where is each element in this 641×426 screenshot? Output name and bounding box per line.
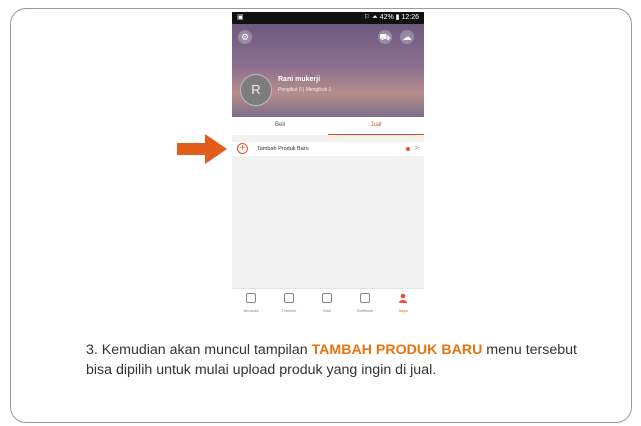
instruction-caption: 3. Kemudian akan muncul tampilan TAMBAH … [86, 340, 606, 380]
home-icon [246, 293, 256, 303]
nav-notifications-label: Notifikasi [356, 308, 374, 313]
phone-screenshot: ▣ ⚐ ⏶ 42% ▮ 12:26 ⚙ ⛟ ☁ R Rani mukerji P… [232, 12, 424, 317]
nav-home[interactable]: Beranda [232, 289, 270, 317]
plus-circle-icon: + [237, 143, 248, 154]
nav-me[interactable]: Saya [384, 289, 422, 317]
nav-notifications[interactable]: Notifikasi [346, 289, 384, 317]
bottom-nav: Beranda Timeline Mall Notifikasi Saya [232, 288, 424, 317]
add-product-label: Tambah Produk Baru [257, 146, 309, 152]
user-icon [399, 293, 407, 303]
nav-mall-label: Mall [323, 308, 331, 313]
status-right: ⚐ ⏶ 42% ▮ 12:26 [363, 14, 419, 21]
nav-me-label: Saya [398, 308, 408, 313]
user-name: Rani mukerji [278, 76, 321, 83]
nav-mall[interactable]: Mall [308, 289, 346, 317]
nav-home-label: Beranda [243, 308, 259, 313]
settings-icon[interactable]: ⚙ [238, 30, 252, 44]
tab-bar: Beli Jual [232, 117, 424, 135]
bell-icon [360, 293, 370, 303]
status-left: ▣ [237, 14, 244, 21]
tab-jual[interactable]: Jual [328, 117, 424, 135]
nav-timeline-label: Timeline [281, 308, 297, 313]
avatar[interactable]: R [240, 74, 272, 106]
chat-icon[interactable]: ☁ [400, 30, 414, 44]
user-stats: Pengikut 0 | Mengikuti 1 [278, 87, 332, 93]
cart-icon[interactable]: ⛟ [378, 30, 392, 44]
caption-highlight: TAMBAH PRODUK BARU [311, 342, 483, 358]
add-product-row[interactable]: + Tambah Produk Baru > [232, 142, 424, 156]
pointer-arrow-icon [177, 134, 227, 164]
timeline-icon [284, 293, 294, 303]
notification-dot [406, 147, 410, 151]
status-bar: ▣ ⚐ ⏶ 42% ▮ 12:26 [232, 12, 424, 24]
chevron-right-icon: > [414, 145, 419, 152]
caption-text-1: 3. Kemudian akan muncul tampilan [86, 342, 312, 358]
profile-header: ⚙ ⛟ ☁ R Rani mukerji Pengikut 0 | Mengik… [232, 24, 424, 117]
tab-beli[interactable]: Beli [232, 117, 328, 135]
nav-timeline[interactable]: Timeline [270, 289, 308, 317]
mall-icon [322, 293, 332, 303]
